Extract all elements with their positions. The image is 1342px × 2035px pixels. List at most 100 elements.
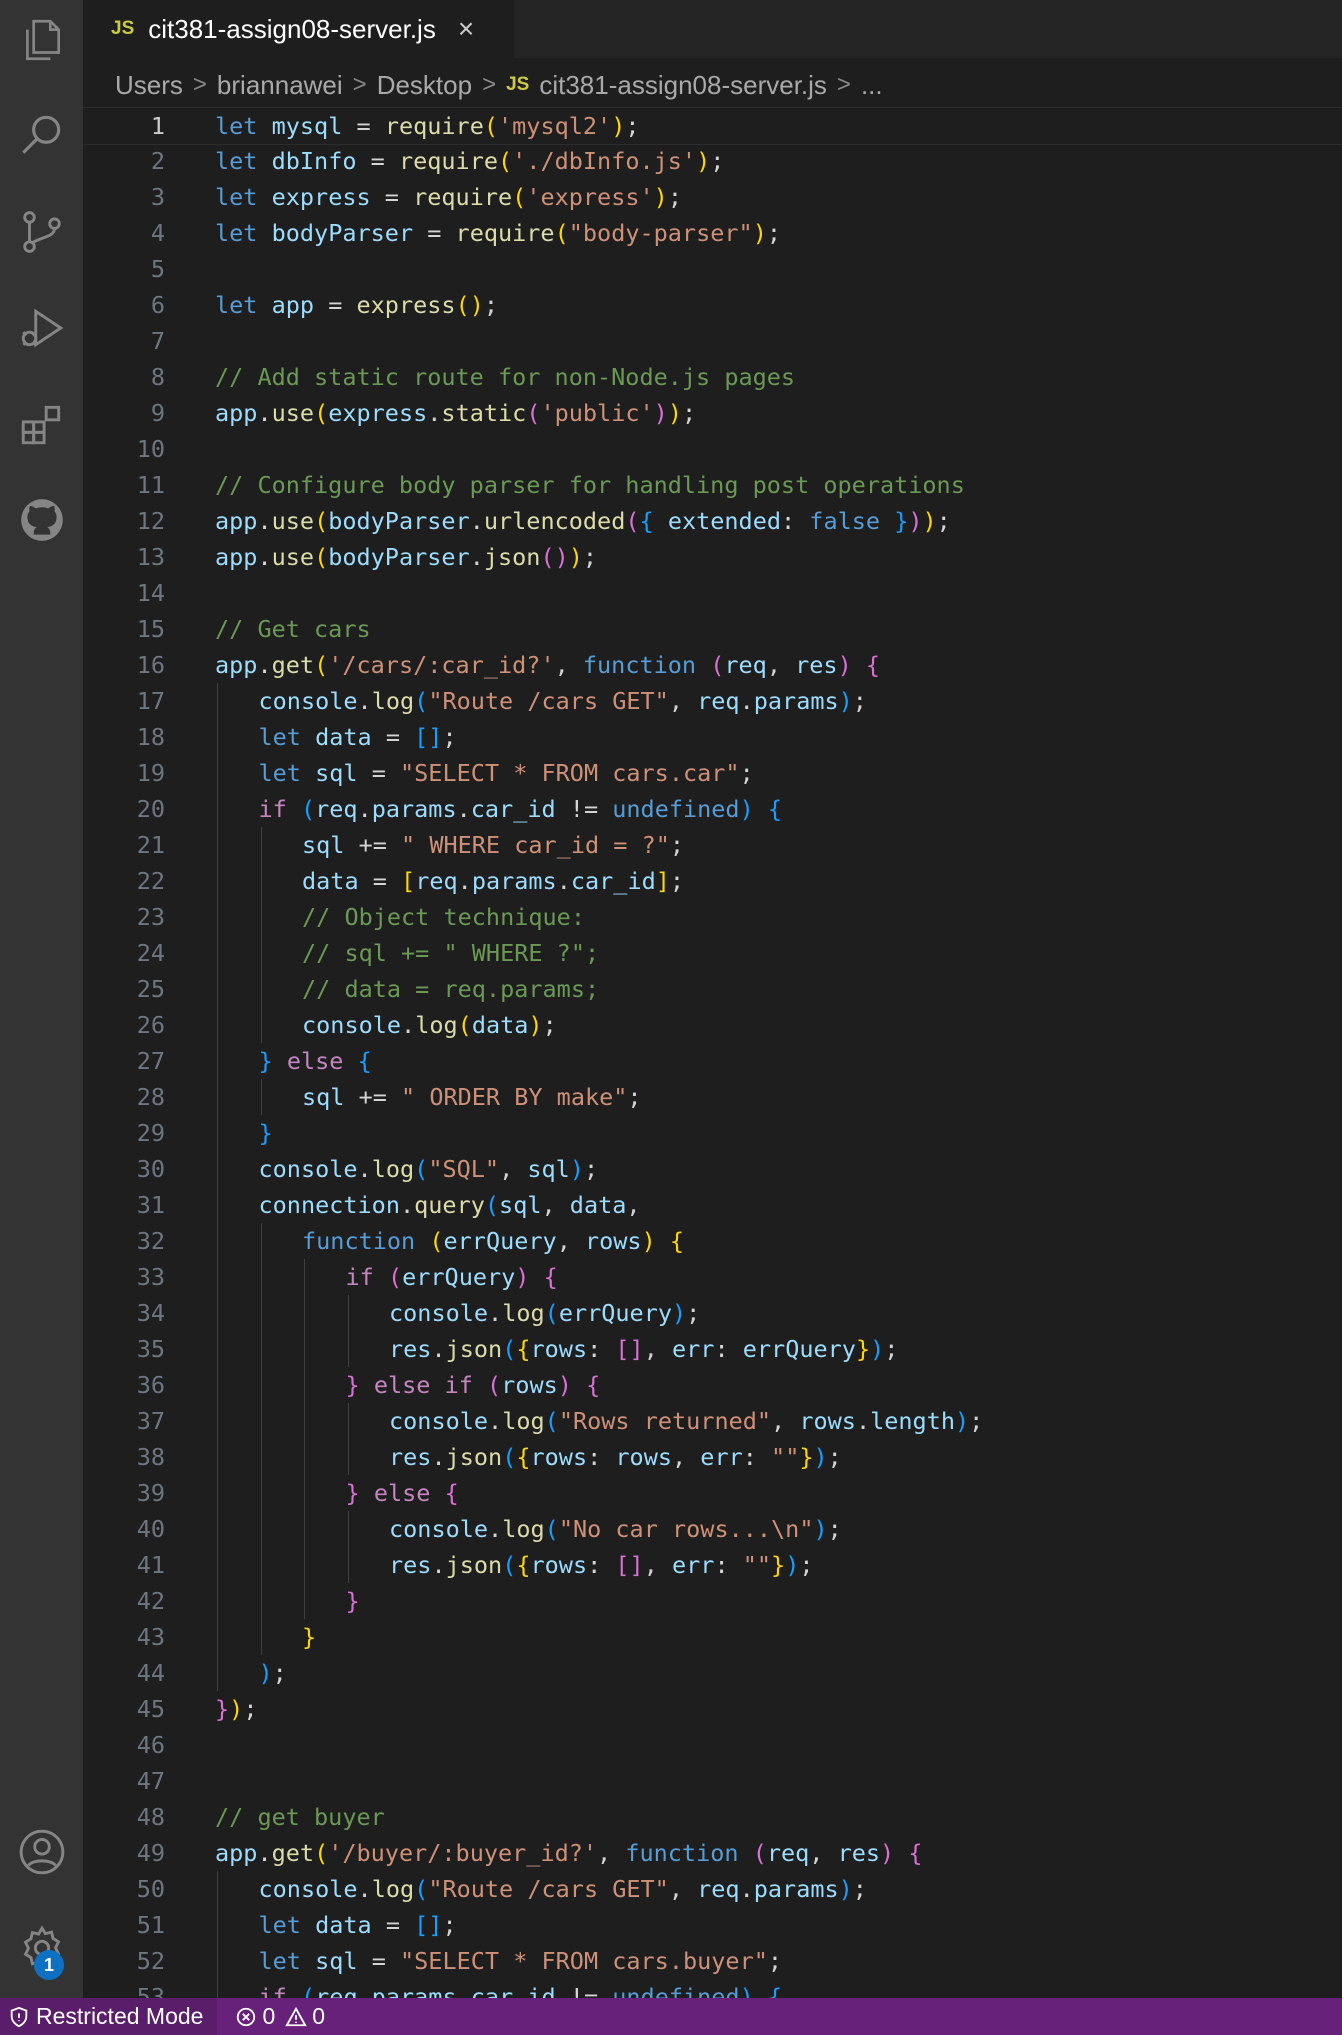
code-line[interactable]: 45}); [83, 1691, 1342, 1727]
line-number[interactable]: 8 [83, 359, 165, 395]
line-number[interactable]: 27 [83, 1043, 165, 1079]
line-number[interactable]: 20 [83, 791, 165, 827]
code-line[interactable]: 21 sql += " WHERE car_id = ?"; [83, 827, 1342, 863]
line-number[interactable]: 17 [83, 683, 165, 719]
code-line[interactable]: 31 connection.query(sql, data, [83, 1187, 1342, 1223]
line-number[interactable]: 52 [83, 1943, 165, 1979]
code-line[interactable]: 29} [83, 1115, 1342, 1151]
code-line[interactable]: 52 let sql = "SELECT * FROM cars.buyer"; [83, 1943, 1342, 1979]
github-icon[interactable] [0, 480, 83, 560]
line-number[interactable]: 36 [83, 1367, 165, 1403]
source-control-icon[interactable] [0, 192, 83, 272]
code-line[interactable]: 28 sql += " ORDER BY make"; [83, 1079, 1342, 1115]
code-line[interactable]: 36} else if (rows) { [83, 1367, 1342, 1403]
code-line[interactable]: 24 // sql += " WHERE ?"; [83, 935, 1342, 971]
code-line[interactable]: 32 function (errQuery, rows) { [83, 1223, 1342, 1259]
code-line[interactable]: 44); [83, 1655, 1342, 1691]
code-line[interactable]: 6 let app = express(); [83, 287, 1342, 323]
line-number[interactable]: 34 [83, 1295, 165, 1331]
code-line[interactable]: 10 [83, 431, 1342, 467]
line-number[interactable]: 7 [83, 323, 165, 359]
breadcrumb-file[interactable]: cit381-assign08-server.js [539, 70, 827, 101]
line-number[interactable]: 22 [83, 863, 165, 899]
code-line[interactable]: 34 console.log(errQuery); [83, 1295, 1342, 1331]
code-line[interactable]: 15 // Get cars [83, 611, 1342, 647]
line-number[interactable]: 30 [83, 1151, 165, 1187]
line-number[interactable]: 2 [83, 143, 165, 179]
line-number[interactable]: 38 [83, 1439, 165, 1475]
line-number[interactable]: 35 [83, 1331, 165, 1367]
code-line[interactable]: 23 // Object technique: [83, 899, 1342, 935]
run-debug-icon[interactable] [0, 288, 83, 368]
code-line[interactable]: 16 app.get('/cars/:car_id?', function (re… [83, 647, 1342, 683]
code-line[interactable]: 46 [83, 1727, 1342, 1763]
code-line[interactable]: 14 [83, 575, 1342, 611]
code-line[interactable]: 27} else { [83, 1043, 1342, 1079]
code-line[interactable]: 40 console.log("No car rows...\n"); [83, 1511, 1342, 1547]
line-number[interactable]: 21 [83, 827, 165, 863]
code-line[interactable]: 22 data = [req.params.car_id]; [83, 863, 1342, 899]
line-number[interactable]: 44 [83, 1655, 165, 1691]
line-number[interactable]: 53 [83, 1979, 165, 1998]
line-number[interactable]: 18 [83, 719, 165, 755]
problems-indicator[interactable]: 0 0 [235, 2003, 335, 2030]
code-line[interactable]: 18 let data = []; [83, 719, 1342, 755]
code-line[interactable]: 35 res.json({rows: [], err: errQuery}); [83, 1331, 1342, 1367]
code-line[interactable]: 19 let sql = "SELECT * FROM cars.car"; [83, 755, 1342, 791]
line-number[interactable]: 37 [83, 1403, 165, 1439]
line-number[interactable]: 50 [83, 1871, 165, 1907]
line-number[interactable]: 24 [83, 935, 165, 971]
code-line[interactable]: 5 [83, 251, 1342, 287]
code-line[interactable]: 3 let express = require('express'); [83, 179, 1342, 215]
code-line[interactable]: 49 app.get('/buyer/:buyer_id?', function … [83, 1835, 1342, 1871]
code-line[interactable]: 53 if (req.params.car_id != undefined) { [83, 1979, 1342, 1998]
line-number[interactable]: 16 [83, 647, 165, 683]
line-number[interactable]: 4 [83, 215, 165, 251]
tab-server-js[interactable]: JS cit381-assign08-server.js × [83, 0, 514, 58]
line-number[interactable]: 14 [83, 575, 165, 611]
line-number[interactable]: 42 [83, 1583, 165, 1619]
line-number[interactable]: 9 [83, 395, 165, 431]
line-number[interactable]: 15 [83, 611, 165, 647]
code-line[interactable]: 47 [83, 1763, 1342, 1799]
code-line[interactable]: 39} else { [83, 1475, 1342, 1511]
line-number[interactable]: 41 [83, 1547, 165, 1583]
line-number[interactable]: 46 [83, 1727, 165, 1763]
line-number[interactable]: 51 [83, 1907, 165, 1943]
code-line[interactable]: 37 console.log("Rows returned", rows.leng… [83, 1403, 1342, 1439]
line-number[interactable]: 40 [83, 1511, 165, 1547]
line-number[interactable]: 6 [83, 287, 165, 323]
code-line[interactable]: 8 // Add static route for non-Node.js pag… [83, 359, 1342, 395]
line-number[interactable]: 11 [83, 467, 165, 503]
breadcrumb-users[interactable]: Users [115, 70, 183, 101]
code-line[interactable]: 51 let data = []; [83, 1907, 1342, 1943]
search-icon[interactable] [0, 96, 83, 176]
explorer-icon[interactable] [0, 0, 83, 80]
line-number[interactable]: 28 [83, 1079, 165, 1115]
code-line[interactable]: 9 app.use(express.static('public')); [83, 395, 1342, 431]
restricted-mode-indicator[interactable]: Restricted Mode [0, 1998, 218, 2035]
code-line[interactable]: 2 let dbInfo = require('./dbInfo.js'); [83, 143, 1342, 179]
line-number[interactable]: 39 [83, 1475, 165, 1511]
line-number[interactable]: 13 [83, 539, 165, 575]
extensions-icon[interactable] [0, 384, 83, 464]
code-line[interactable]: 26 console.log(data); [83, 1007, 1342, 1043]
account-icon[interactable] [0, 1812, 83, 1892]
line-number[interactable]: 43 [83, 1619, 165, 1655]
breadcrumb-more[interactable]: ... [861, 70, 883, 101]
code-line[interactable]: 42} [83, 1583, 1342, 1619]
line-number[interactable]: 31 [83, 1187, 165, 1223]
line-number[interactable]: 10 [83, 431, 165, 467]
line-number[interactable]: 47 [83, 1763, 165, 1799]
line-number[interactable]: 49 [83, 1835, 165, 1871]
breadcrumb-desktop[interactable]: Desktop [377, 70, 472, 101]
line-number[interactable]: 23 [83, 899, 165, 935]
code-line[interactable]: 48 // get buyer [83, 1799, 1342, 1835]
code-line[interactable]: 12 app.use(bodyParser.urlencoded({ extend… [83, 503, 1342, 539]
code-line[interactable]: 30 console.log("SQL", sql); [83, 1151, 1342, 1187]
line-number[interactable]: 1 [83, 108, 165, 144]
line-number[interactable]: 26 [83, 1007, 165, 1043]
code-line[interactable]: 33 if (errQuery) { [83, 1259, 1342, 1295]
code-line[interactable]: 17 console.log("Route /cars GET", req.par… [83, 683, 1342, 719]
line-number[interactable]: 25 [83, 971, 165, 1007]
